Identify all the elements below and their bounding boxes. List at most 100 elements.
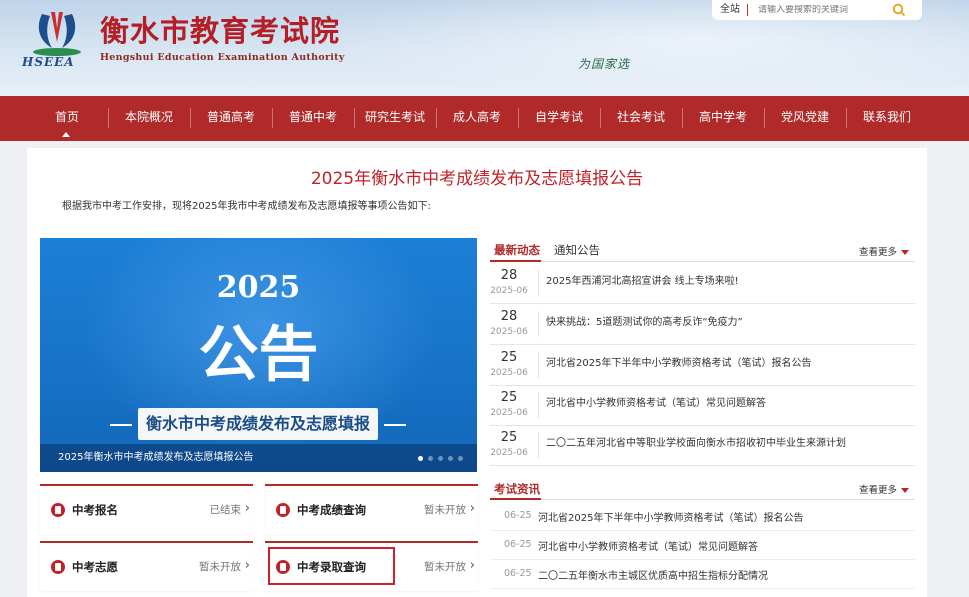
quick-card-score-query[interactable]: 中考成绩查询 暂未开放 ›	[265, 484, 478, 534]
news-title[interactable]: 2025年西浦河北高招宣讲会 线上专场来啦!	[546, 272, 739, 287]
main-nav: 首页 本院概况 普通高考 普通中考 研究生考试 成人高考 自学考试 社会考试 高…	[0, 96, 969, 141]
banner-dot[interactable]	[438, 456, 443, 461]
search-button[interactable]	[888, 0, 910, 20]
search-box: 全站	[712, 0, 922, 20]
news-divider	[538, 270, 539, 296]
news-date: 25 2025-06	[490, 390, 528, 420]
banner-decor-line	[384, 424, 406, 426]
news-day: 25	[500, 390, 518, 405]
exam-news-title[interactable]: 河北省中小学教师资格考试（笔试）常见问题解答	[538, 538, 758, 553]
quick-card-label: 中考志愿	[72, 560, 118, 574]
nav-item-gaokao[interactable]: 普通高考	[190, 96, 272, 141]
chevron-right-icon: ›	[469, 501, 475, 516]
news-title[interactable]: 河北省中小学教师资格考试（笔试）常见问题解答	[546, 394, 766, 409]
news-date: 28 2025-06	[490, 268, 528, 298]
banner-carousel[interactable]: 2025 公告 衡水市中考成绩发布及志愿填报 2025年衡水市中考成绩发布及志愿…	[40, 238, 477, 472]
tab-announcements[interactable]: 通知公告	[554, 242, 600, 258]
nav-item-self-study[interactable]: 自学考试	[518, 96, 600, 141]
news-title[interactable]: 河北省2025年下半年中小学教师资格考试（笔试）报名公告	[546, 354, 811, 369]
quick-card-status: 暂未开放	[424, 561, 466, 573]
news-year-month: 2025-06	[490, 368, 528, 378]
notice-title[interactable]: 2025年衡水市中考成绩发布及志愿填报公告	[27, 164, 927, 189]
nav-item-party[interactable]: 党风党建	[764, 96, 846, 141]
nav-active-caret-icon	[62, 132, 70, 137]
exam-news-date: 06-25	[504, 539, 532, 550]
exam-news-more-link[interactable]: 查看更多	[859, 482, 909, 496]
search-input[interactable]	[748, 5, 888, 15]
quick-card-label: 中考报名	[72, 503, 118, 517]
nav-item-graduate[interactable]: 研究生考试	[354, 96, 436, 141]
quick-card-status: 已结束	[209, 504, 242, 516]
exam-news-row[interactable]: 06-25 二〇二五年衡水市主城区优质高中招生指标分配情况	[490, 560, 915, 589]
tab-exam-news[interactable]: 考试资讯	[494, 481, 540, 497]
news-tabs: 最新动态 通知公告 查看更多	[490, 238, 915, 262]
banner-dots	[418, 456, 463, 461]
exam-news-row[interactable]: 06-25 河北省2025年下半年中小学教师资格考试（笔试）报名公告	[490, 502, 915, 531]
main-content: 2025年衡水市中考成绩发布及志愿填报公告 根据我市中考工作安排，现将2025年…	[27, 148, 927, 597]
quick-card-registration[interactable]: 中考报名 已结束 ›	[40, 484, 253, 534]
news-row[interactable]: 25 2025-06 河北省2025年下半年中小学教师资格考试（笔试）报名公告	[490, 346, 915, 386]
search-icon	[892, 3, 906, 17]
news-row[interactable]: 25 2025-06 河北省中小学教师资格考试（笔试）常见问题解答	[490, 386, 915, 426]
news-year-month: 2025-06	[490, 286, 528, 296]
news-row[interactable]: 25 2025-06 二〇二五年河北省中等职业学校面向衡水市招收初中毕业生来源计…	[490, 426, 915, 466]
nav-item-adult-exam[interactable]: 成人高考	[436, 96, 518, 141]
exam-news-date: 06-25	[504, 568, 532, 579]
banner-year: 2025	[216, 270, 301, 305]
nav-item-social-exam[interactable]: 社会考试	[600, 96, 682, 141]
slogan: 为国家选	[578, 57, 631, 71]
news-year-month: 2025-06	[490, 327, 528, 337]
chevron-right-icon: ›	[244, 501, 250, 516]
news-divider	[538, 392, 539, 418]
nav-item-xuekao[interactable]: 高中学考	[682, 96, 764, 141]
chevron-right-icon: ›	[244, 558, 250, 573]
news-title[interactable]: 二〇二五年河北省中等职业学校面向衡水市招收初中毕业生来源计划	[546, 434, 846, 449]
news-row[interactable]: 28 2025-06 快来挑战：5道题测试你的高考反诈“免疫力”	[490, 305, 915, 345]
banner-box-text: 衡水市中考成绩发布及志愿填报	[138, 408, 378, 440]
news-more-link[interactable]: 查看更多	[859, 244, 909, 258]
document-icon	[276, 503, 290, 517]
nav-item-about[interactable]: 本院概况	[108, 96, 190, 141]
banner-dot[interactable]	[418, 456, 423, 461]
highlight-box	[268, 547, 395, 585]
site-subtitle: Hengshui Education Examination Authority	[100, 52, 345, 63]
quick-card-application[interactable]: 中考志愿 暂未开放 ›	[40, 541, 253, 591]
banner-decor-line	[110, 424, 132, 426]
banner-caption[interactable]: 2025年衡水市中考成绩发布及志愿填报公告	[40, 444, 477, 472]
news-date: 25 2025-06	[490, 430, 528, 460]
banner-dot[interactable]	[428, 456, 433, 461]
quick-card-label: 中考成绩查询	[297, 503, 366, 517]
news-day: 28	[500, 309, 518, 324]
site-title[interactable]: 衡水市教育考试院	[100, 8, 340, 50]
news-divider	[538, 432, 539, 458]
news-divider	[538, 311, 539, 337]
news-divider	[538, 352, 539, 378]
notice-intro: 根据我市中考工作安排，现将2025年我市中考成绩发布及志愿填报等事项公告如下:	[62, 201, 431, 212]
news-date: 28 2025-06	[490, 309, 528, 339]
news-title[interactable]: 快来挑战：5道题测试你的高考反诈“免疫力”	[546, 313, 743, 328]
caret-down-icon	[901, 250, 909, 255]
nav-item-zhongkao[interactable]: 普通中考	[272, 96, 354, 141]
document-icon	[51, 560, 65, 574]
more-label: 查看更多	[858, 247, 897, 258]
news-year-month: 2025-06	[490, 408, 528, 418]
quick-card-status: 暂未开放	[424, 504, 466, 516]
exam-news-date: 06-25	[504, 510, 532, 521]
tab-latest-news[interactable]: 最新动态	[494, 242, 540, 258]
search-scope[interactable]: 全站	[712, 4, 748, 16]
tab-active-underline	[490, 498, 541, 500]
more-label: 查看更多	[858, 485, 897, 496]
banner-headline: 公告	[198, 320, 319, 390]
banner-dot[interactable]	[448, 456, 453, 461]
caret-down-icon	[901, 488, 909, 493]
exam-news-title[interactable]: 二〇二五年衡水市主城区优质高中招生指标分配情况	[538, 567, 768, 582]
news-day: 25	[500, 350, 518, 365]
nav-item-contact[interactable]: 联系我们	[846, 96, 928, 141]
document-icon	[51, 503, 65, 517]
banner-dot[interactable]	[458, 456, 463, 461]
exam-news-row[interactable]: 06-25 河北省中小学教师资格考试（笔试）常见问题解答	[490, 531, 915, 560]
quick-card-status: 暂未开放	[199, 561, 241, 573]
news-date: 25 2025-06	[490, 350, 528, 380]
news-row[interactable]: 28 2025-06 2025年西浦河北高招宣讲会 线上专场来啦!	[490, 264, 915, 304]
exam-news-title[interactable]: 河北省2025年下半年中小学教师资格考试（笔试）报名公告	[538, 509, 803, 524]
